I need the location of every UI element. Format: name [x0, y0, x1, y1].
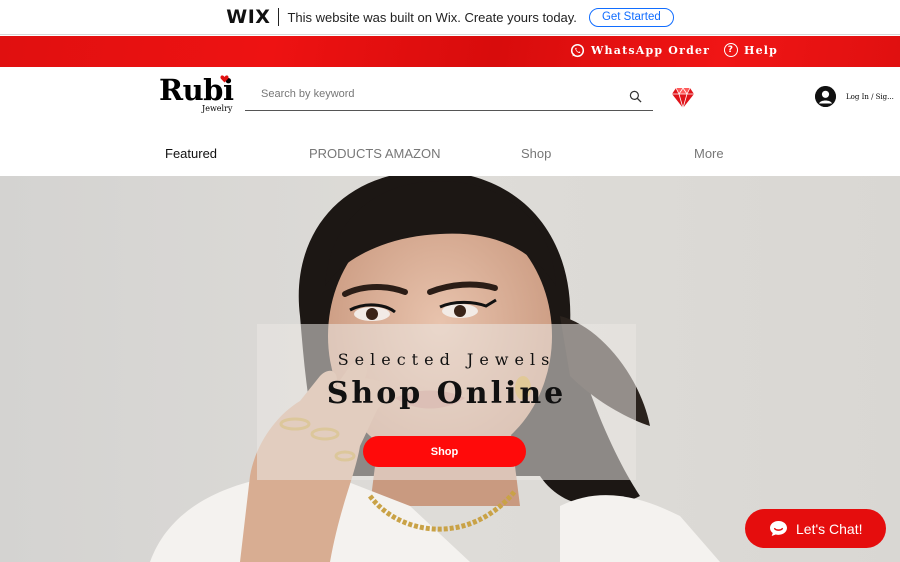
nav-item-shop[interactable]: Shop	[521, 146, 551, 161]
login-label: Log In / Sig...	[846, 92, 894, 101]
chat-icon	[770, 520, 787, 537]
logo-tagline: Jewelry	[202, 104, 233, 113]
whatsapp-icon	[570, 43, 585, 58]
top-promo-bar: WhatsApp Order ? Help	[0, 36, 900, 67]
chat-button[interactable]: Let's Chat!	[745, 509, 886, 548]
get-started-button[interactable]: Get Started	[588, 7, 674, 27]
search-bar	[245, 84, 653, 111]
search-icon[interactable]	[629, 90, 642, 103]
hero-shop-button[interactable]: Shop	[363, 436, 526, 467]
whatsapp-order-label: WhatsApp Order	[591, 44, 711, 57]
login-area[interactable]: Log In / Sig...	[815, 86, 894, 107]
hero-overlay-card: Selected Jewels Shop Online Shop	[257, 324, 636, 480]
help-label: Help	[744, 43, 779, 57]
wix-message: This website was built on Wix. Create yo…	[287, 9, 577, 25]
nav-item-more[interactable]: More	[694, 146, 724, 161]
logo-heart-icon	[220, 75, 229, 83]
help-icon: ?	[724, 43, 738, 57]
site-logo[interactable]: Rubi Jewelry	[159, 74, 239, 116]
gem-icon[interactable]	[672, 87, 694, 108]
whatsapp-order-link[interactable]: WhatsApp Order	[570, 43, 710, 58]
nav-item-featured[interactable]: Featured	[165, 146, 217, 161]
help-link[interactable]: ? Help	[724, 43, 778, 57]
hero-subtitle: Selected Jewels	[337, 350, 556, 369]
hero-title: Shop Online	[326, 376, 567, 411]
nav-item-products-amazon[interactable]: PRODUCTS AMAZON	[309, 146, 440, 161]
hero-section: Selected Jewels Shop Online Shop	[0, 176, 900, 562]
search-input[interactable]	[261, 88, 611, 100]
wix-banner: WIX This website was built on Wix. Creat…	[0, 0, 900, 35]
avatar-icon	[815, 86, 836, 107]
wix-logo[interactable]: WIX	[226, 6, 270, 28]
wix-divider	[278, 8, 280, 26]
chat-label: Let's Chat!	[796, 520, 863, 537]
